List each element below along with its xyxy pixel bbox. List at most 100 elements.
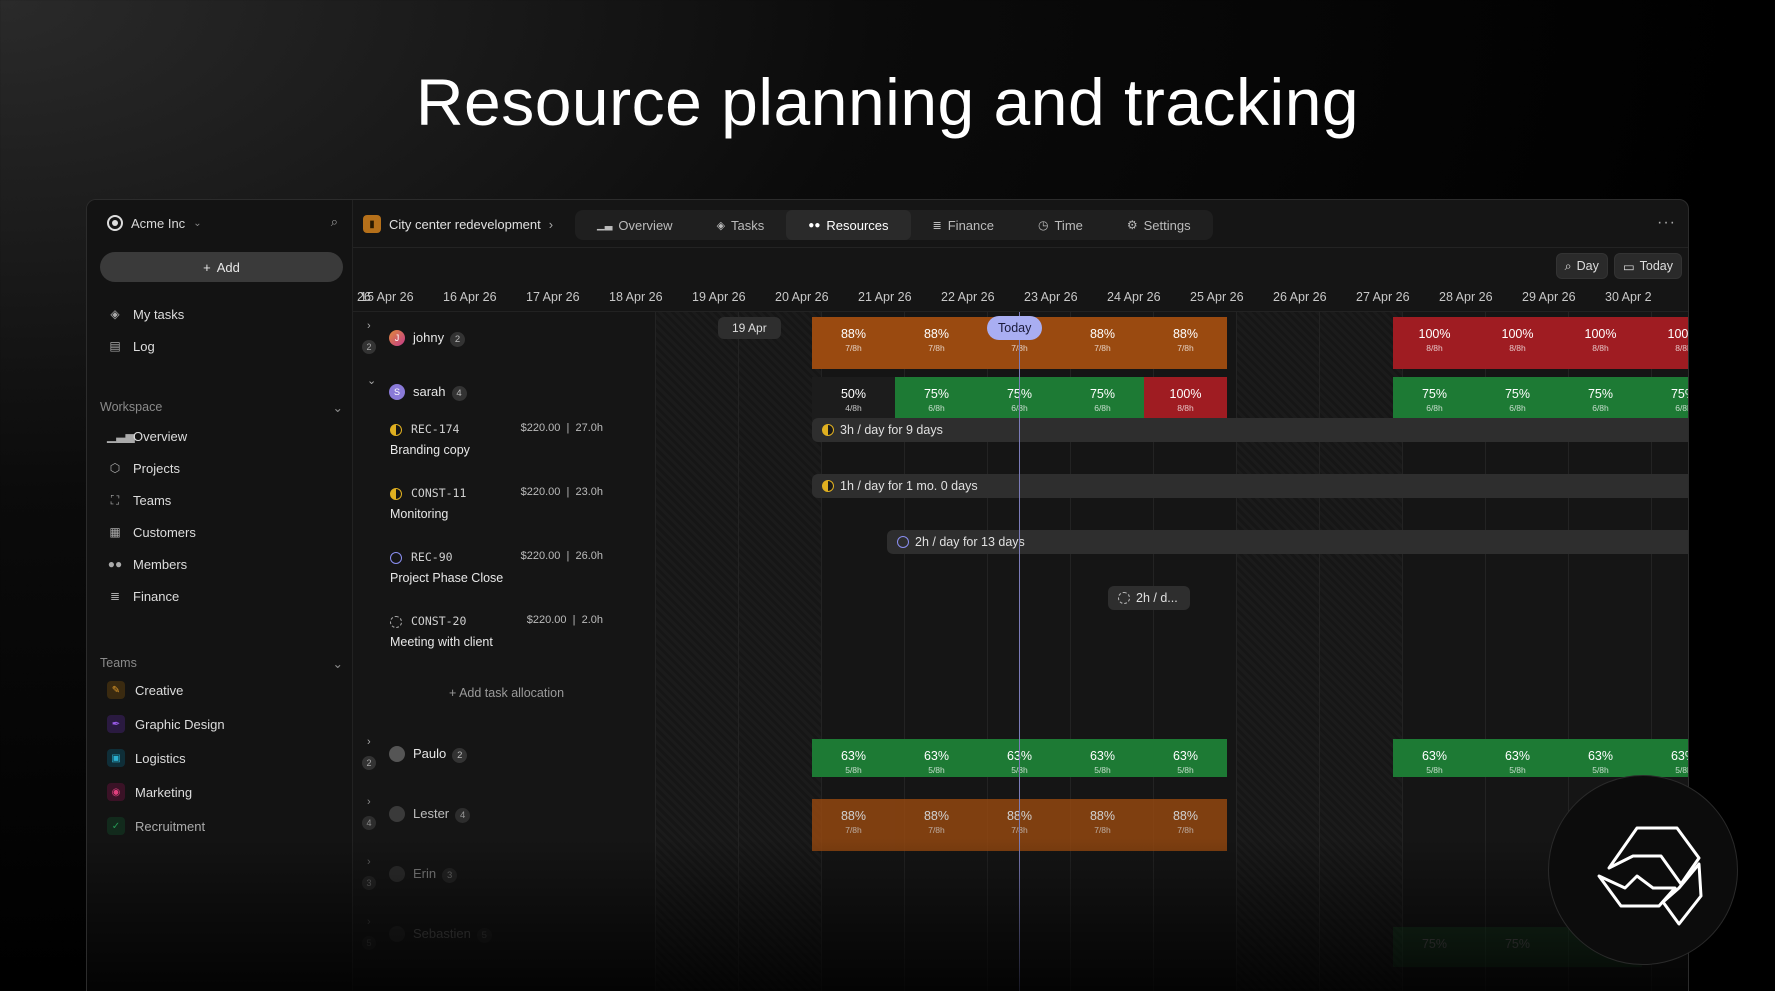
utilization-cell[interactable]: 75% 6/8h xyxy=(1559,377,1642,421)
person-row-sebastien[interactable]: › 5 Sebastien 5 xyxy=(353,914,615,954)
zoom-day-button[interactable]: ⌕ Day xyxy=(1555,253,1608,279)
utilization-cell[interactable]: 100% 8/8h xyxy=(1476,317,1559,369)
utilization-cell[interactable]: 63% 5/8h xyxy=(1476,739,1559,777)
nav-overview[interactable]: ▁▃▅ Overview xyxy=(107,426,187,446)
utilization-percent: 63% xyxy=(1670,749,1688,763)
camera-icon: ◉ xyxy=(107,783,125,801)
utilization-cell[interactable]: 50% 4/8h xyxy=(812,377,895,421)
tab-tasks[interactable]: ◈ Tasks xyxy=(695,210,787,240)
utilization-cell[interactable]: 88% 7/8h xyxy=(812,317,895,369)
chevron-right-icon[interactable]: › xyxy=(367,320,371,332)
tab-time[interactable]: ◷ Time xyxy=(1016,210,1105,240)
more-options-icon[interactable]: ··· xyxy=(1657,214,1676,232)
nav-members[interactable]: ●● Members xyxy=(107,554,187,574)
team-logistics[interactable]: ▣ Logistics xyxy=(107,748,186,768)
utilization-cell[interactable]: 75% 6/8h xyxy=(895,377,978,421)
nav-log[interactable]: ▤ Log xyxy=(107,336,154,356)
nav-customers[interactable]: ▦ Customers xyxy=(107,522,196,542)
utilization-percent: 75% xyxy=(1089,387,1116,401)
in-progress-icon xyxy=(822,480,834,492)
team-creative[interactable]: ✎ Creative xyxy=(107,680,183,700)
chevron-right-icon[interactable]: › xyxy=(367,796,371,808)
person-row-johny[interactable]: › 2 J johny 2 xyxy=(353,318,615,358)
utilization-hours: 5/8h xyxy=(1592,765,1609,775)
utilization-percent: 63% xyxy=(840,749,867,763)
allocation-bar[interactable]: 1h / day for 1 mo. 0 days xyxy=(812,474,1688,498)
utilization-cell[interactable]: 75% 6/8h xyxy=(1393,377,1476,421)
utilization-cell[interactable]: 75% 6/8h xyxy=(1476,377,1559,421)
task-meta: $220.00 | 23.0h xyxy=(520,486,603,498)
todo-icon xyxy=(897,536,909,548)
utilization-cell[interactable]: 88% 7/8h xyxy=(812,799,895,851)
utilization-cell[interactable]: 75% 6/8h xyxy=(1061,377,1144,421)
utilization-percent: 100% xyxy=(1501,327,1534,341)
tab-overview[interactable]: ▁▃ Overview xyxy=(575,210,695,240)
tab-resources[interactable]: ●● Resources xyxy=(786,210,911,240)
utilization-cell[interactable]: 88% 7/8h xyxy=(1061,317,1144,369)
utilization-percent: 100% xyxy=(1584,327,1617,341)
task-row[interactable]: CONST-11 $220.00 | 23.0h Monitoring xyxy=(353,484,615,524)
chevron-right-icon[interactable]: › xyxy=(367,916,371,928)
utilization-cell[interactable]: 63% 5/8h xyxy=(812,739,895,777)
person-row-lester[interactable]: › 4 Lester 4 xyxy=(353,794,615,834)
utilization-hours: 7/8h xyxy=(1177,825,1194,835)
utilization-cell[interactable]: 63% 5/8h xyxy=(895,739,978,777)
workspace-section-header[interactable]: Workspace ⌄ xyxy=(100,400,343,415)
utilization-cell[interactable]: 100% 8/8h xyxy=(1144,377,1227,421)
in-progress-icon xyxy=(390,488,402,500)
task-row[interactable]: REC-174 $220.00 | 27.0h Branding copy xyxy=(353,420,615,460)
team-recruitment[interactable]: ✓ Recruitment xyxy=(107,816,205,836)
person-row-sarah[interactable]: ⌄ S sarah 4 xyxy=(353,372,615,412)
add-task-allocation-button[interactable]: + Add task allocation xyxy=(449,686,564,700)
ctl-label: Day xyxy=(1576,259,1599,273)
utilization-percent: 75% xyxy=(1587,387,1614,401)
utilization-cell[interactable]: 88% 7/8h xyxy=(895,317,978,369)
utilization-cell[interactable]: 88% 7/8h xyxy=(1144,317,1227,369)
utilization-cell[interactable]: 100% 8/8h xyxy=(1642,317,1688,369)
tab-settings[interactable]: ⚙ Settings xyxy=(1105,210,1213,240)
utilization-cell[interactable]: 100% 8/8h xyxy=(1393,317,1476,369)
chevron-right-icon[interactable]: › xyxy=(367,736,371,748)
utilization-cell[interactable]: 63% 5/8h xyxy=(1559,739,1642,777)
team-marketing[interactable]: ◉ Marketing xyxy=(107,782,192,802)
allocation-bar[interactable]: 2h / day for 13 days xyxy=(887,530,1688,554)
nav-my-tasks[interactable]: ◈ My tasks xyxy=(107,304,184,324)
utilization-cell[interactable]: 63% 5/8h xyxy=(1393,739,1476,777)
utilization-percent: 100% xyxy=(1169,387,1202,401)
today-button[interactable]: ▭ Today xyxy=(1613,253,1682,279)
tab-bar: ▁▃ Overview ◈ Tasks ●● Resources ≣ Finance ◷… xyxy=(575,210,1213,240)
utilization-cell[interactable]: 88% 7/8h xyxy=(895,799,978,851)
add-button[interactable]: + Add xyxy=(100,252,343,282)
utilization-cell[interactable]: 88% 7/8h xyxy=(1061,799,1144,851)
utilization-cell[interactable]: 63% 5/8h xyxy=(1061,739,1144,777)
chevron-right-icon[interactable]: › xyxy=(367,856,371,868)
task-row[interactable]: CONST-20 $220.00 | 2.0h Meeting with cli… xyxy=(353,612,615,652)
person-row-paulo[interactable]: › 2 Paulo 2 xyxy=(353,734,615,774)
task-row[interactable]: REC-90 $220.00 | 26.0h Project Phase Clo… xyxy=(353,548,615,588)
allocation-bar[interactable]: 2h / d... xyxy=(1108,586,1190,610)
nav-teams[interactable]: ⛶ Teams xyxy=(107,490,172,510)
project-breadcrumb[interactable]: ▮ City center redevelopment › xyxy=(363,210,553,238)
utilization-cell[interactable]: 100% 8/8h xyxy=(1559,317,1642,369)
nav-finance[interactable]: ≣ Finance xyxy=(107,586,179,606)
nav-projects[interactable]: ⬡ Projects xyxy=(107,458,180,478)
utilization-hours: 5/8h xyxy=(1426,765,1443,775)
tab-finance[interactable]: ≣ Finance xyxy=(911,210,1016,240)
chevron-down-icon[interactable]: ⌄ xyxy=(367,374,376,387)
person-row-erin[interactable]: › 3 Erin 3 xyxy=(353,854,615,894)
org-switcher[interactable]: Acme Inc ⌄ xyxy=(107,212,202,234)
day-column xyxy=(1236,312,1319,991)
utilization-percent: 50% xyxy=(840,387,867,401)
allocation-bar[interactable]: 3h / day for 9 days xyxy=(812,418,1688,442)
utilization-cell[interactable]: 75% xyxy=(1476,927,1559,967)
utilization-cell[interactable]: 63% 5/8h xyxy=(1144,739,1227,777)
team-graphic-design[interactable]: ✒ Graphic Design xyxy=(107,714,225,734)
teams-section-header[interactable]: Teams ⌄ xyxy=(100,656,343,671)
bar-label: 1h / day for 1 mo. 0 days xyxy=(840,479,978,493)
name-text: johny xyxy=(413,329,445,345)
utilization-cell[interactable]: 75% xyxy=(1393,927,1476,967)
utilization-cell[interactable]: 63% 5/8h xyxy=(1642,739,1688,777)
utilization-cell[interactable]: 75% 6/8h xyxy=(1642,377,1688,421)
utilization-cell[interactable]: 88% 7/8h xyxy=(1144,799,1227,851)
search-icon[interactable]: ⌕ xyxy=(331,214,338,230)
